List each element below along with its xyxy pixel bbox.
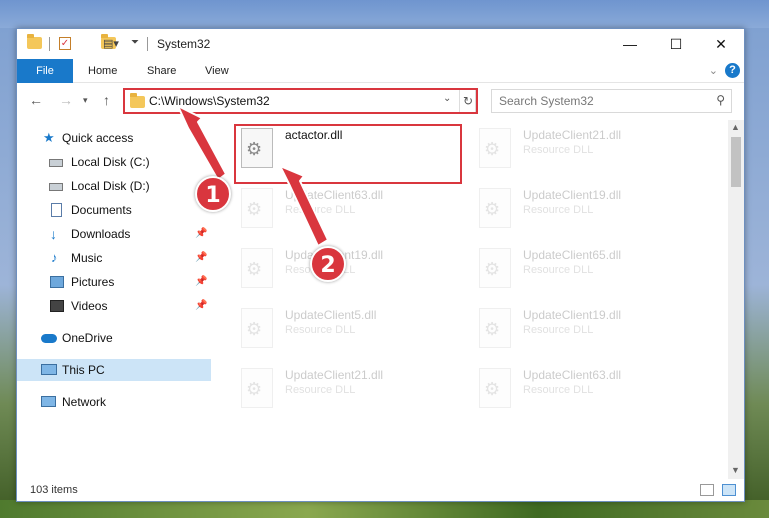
step-2-badge: 2 xyxy=(310,246,346,282)
arrow-to-file xyxy=(279,165,329,247)
step-1-badge: 1 xyxy=(195,176,231,212)
arrow-to-address-bar xyxy=(177,105,227,181)
annotation-arrows xyxy=(177,105,329,247)
